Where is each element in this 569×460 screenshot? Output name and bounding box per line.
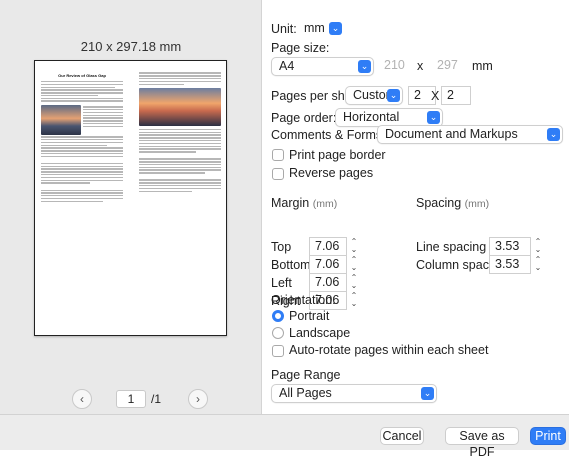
unit-label: Unit:	[271, 22, 297, 36]
save-as-pdf-button[interactable]: Save as PDF	[445, 427, 519, 459]
unit-select[interactable]: mm ⌄	[304, 20, 354, 39]
chevron-down-icon: ⌄	[387, 89, 400, 102]
total-pages: /1	[151, 392, 162, 406]
page-preview: Our Review of Glass Gap	[34, 60, 227, 336]
margin-top-stepper[interactable]: ⌃ ⌄	[349, 238, 359, 255]
page-size-x: x	[417, 59, 424, 73]
reverse-pages-checkbox[interactable]	[272, 168, 284, 180]
margin-bottom-field[interactable]: 7.06	[309, 255, 347, 274]
chevron-down-icon: ⌄	[547, 128, 560, 141]
print-border-label: Print page border	[289, 148, 386, 162]
column-spacing-stepper[interactable]: ⌃ ⌄	[533, 256, 543, 273]
unit-value: mm	[304, 21, 325, 35]
page-navigator: ‹ 1 /1 ›	[0, 389, 262, 409]
portrait-label: Portrait	[289, 309, 330, 323]
print-border-checkbox[interactable]	[272, 149, 284, 161]
page-width-field[interactable]: 210	[379, 57, 411, 76]
auto-rotate-checkbox[interactable]	[272, 345, 284, 357]
page-size-select[interactable]: A4 ⌄	[271, 57, 374, 76]
comments-forms-label: Comments & Forms:	[271, 128, 386, 142]
spacing-title: Spacing	[416, 196, 462, 210]
landscape-label: Landscape	[289, 326, 351, 340]
sheet-rows-field[interactable]: 2	[441, 86, 471, 105]
spacing-unit: (mm)	[464, 198, 490, 210]
page-size-value: A4	[279, 59, 295, 73]
page-size-unit: mm	[472, 59, 493, 73]
margin-unit: (mm)	[312, 198, 338, 210]
line-spacing-field[interactable]: 3.53	[489, 237, 531, 256]
pages-per-sheet-x: X	[431, 89, 440, 103]
current-page-field[interactable]: 1	[116, 390, 146, 408]
cancel-button[interactable]: Cancel	[380, 427, 424, 445]
orientation-label: Orientation:	[271, 293, 336, 307]
preview-image	[41, 104, 81, 135]
preview-column-right	[139, 71, 221, 193]
margin-right-stepper[interactable]: ⌃ ⌄	[349, 292, 359, 309]
column-spacing-field[interactable]: 3.53	[489, 255, 531, 274]
margin-left-stepper[interactable]: ⌃ ⌄	[349, 274, 359, 291]
chevron-left-icon[interactable]: ‹	[72, 389, 92, 409]
reverse-pages-label: Reverse pages	[289, 166, 374, 180]
margin-bottom-label: Bottom	[271, 258, 311, 272]
chevron-down-icon: ⌄	[421, 387, 434, 400]
margin-top-field[interactable]: 7.06	[309, 237, 347, 256]
page-order-value: Horizontal	[343, 110, 400, 124]
margin-title: Margin	[271, 196, 310, 210]
dialog-footer: Cancel Save as PDF Print	[0, 414, 569, 459]
comments-forms-select[interactable]: Document and Markups ⌄	[377, 125, 563, 144]
margin-left-field[interactable]: 7.06	[309, 273, 347, 292]
chevron-down-icon: ⌄	[329, 22, 342, 35]
page-order-label: Page order:	[271, 111, 337, 125]
auto-rotate-label: Auto-rotate pages within each sheet	[289, 343, 489, 357]
preview-column-left: Our Review of Glass Gap	[41, 71, 123, 203]
chevron-right-icon[interactable]: ›	[188, 389, 208, 409]
margin-top-label: Top	[271, 240, 292, 254]
page-range-select[interactable]: All Pages ⌄	[271, 384, 437, 403]
page-dimensions: 210 x 297.18 mm	[80, 39, 182, 54]
spacing-label: Spacing (mm)	[416, 196, 489, 210]
margin-bottom-stepper[interactable]: ⌃ ⌄	[349, 256, 359, 273]
page-size-label: Page size:	[271, 41, 330, 55]
portrait-radio[interactable]	[272, 310, 284, 322]
margin-label: Margin (mm)	[271, 196, 337, 210]
pages-per-sheet-select[interactable]: Custom ⌄	[345, 86, 403, 105]
page-range-value: All Pages	[279, 386, 332, 400]
line-spacing-label: Line spacing	[416, 240, 487, 254]
preview-pane: 210 x 297.18 mm Our Review of Glass Gap	[0, 0, 262, 414]
page-range-label: Page Range	[271, 368, 341, 382]
margin-left-label: Left	[271, 276, 292, 290]
print-button[interactable]: Print	[530, 427, 566, 445]
print-settings: Unit: mm ⌄ Page size: A4 ⌄ 210 x 297 mm …	[271, 0, 569, 414]
comments-forms-value: Document and Markups	[385, 127, 518, 141]
landscape-radio[interactable]	[272, 327, 284, 339]
chevron-down-icon: ⌄	[358, 60, 371, 73]
preview-doc-title: Our Review of Glass Gap	[58, 73, 106, 78]
line-spacing-stepper[interactable]: ⌃ ⌄	[533, 238, 543, 255]
preview-image	[139, 87, 221, 126]
chevron-down-icon: ⌄	[427, 111, 440, 124]
page-height-field[interactable]: 297	[432, 57, 464, 76]
